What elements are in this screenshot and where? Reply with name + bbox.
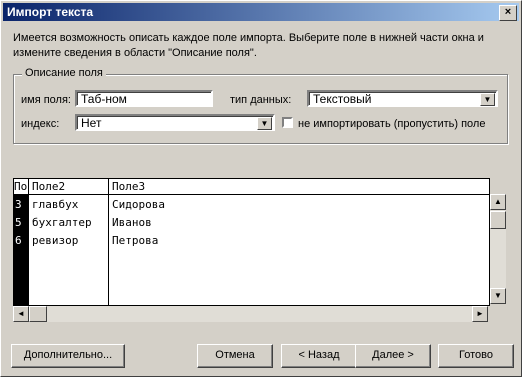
vertical-scrollbar[interactable]: ▲ ▼: [490, 194, 506, 304]
index-value: Нет: [81, 116, 102, 130]
preview-grid[interactable]: По Поле2 Поле3 3 главбух Сидорова 5 бухг…: [13, 178, 490, 306]
data-type-value: Текстовый: [313, 92, 372, 106]
grid-cell[interactable]: 3: [15, 196, 22, 214]
back-button[interactable]: < Назад: [281, 344, 357, 368]
grid-cell[interactable]: главбух: [32, 196, 78, 214]
scroll-thumb[interactable]: [29, 306, 47, 322]
grid-cell[interactable]: Сидорова: [112, 196, 165, 214]
scroll-up-icon[interactable]: ▲: [490, 194, 506, 210]
index-label: индекс:: [21, 118, 60, 130]
scroll-down-icon[interactable]: ▼: [490, 288, 506, 304]
close-button[interactable]: ×: [499, 5, 517, 21]
scroll-left-icon[interactable]: ◄: [13, 306, 29, 322]
grid-cell[interactable]: ревизор: [32, 232, 78, 250]
dropdown-arrow-icon[interactable]: ▼: [480, 93, 495, 106]
advanced-button[interactable]: Дополнительно...: [11, 344, 125, 368]
grid-cell[interactable]: Петрова: [112, 232, 158, 250]
grid-cell[interactable]: Иванов: [112, 214, 152, 232]
instructions-text: Имеется возможность описать каждое поле …: [13, 32, 484, 59]
dropdown-arrow-icon[interactable]: ▼: [257, 117, 272, 130]
column-divider: [28, 179, 29, 305]
header-divider: [14, 194, 489, 195]
grid-cell[interactable]: 6: [15, 232, 22, 250]
data-type-combo[interactable]: Текстовый ▼: [307, 90, 498, 107]
window-title: Импорт текста: [7, 5, 94, 19]
column-divider: [108, 179, 109, 305]
next-button[interactable]: Далее >: [355, 344, 431, 368]
field-name-input[interactable]: Таб-ном: [75, 90, 213, 107]
grid-cell[interactable]: 5: [15, 214, 22, 232]
field-name-label: имя поля:: [21, 94, 71, 106]
data-type-label: тип данных:: [230, 94, 292, 106]
finish-button[interactable]: Готово: [438, 344, 514, 368]
column-header[interactable]: Поле2: [32, 179, 108, 195]
title-bar: Импорт текста ×: [3, 3, 519, 21]
group-legend: Описание поля: [22, 67, 106, 79]
index-combo[interactable]: Нет ▼: [75, 114, 275, 131]
import-text-dialog: Импорт текста × Имеется возможность опис…: [0, 0, 522, 377]
grid-cell[interactable]: бухгалтер: [32, 214, 92, 232]
horizontal-scrollbar[interactable]: ◄ ►: [13, 306, 488, 322]
column-header[interactable]: По: [14, 179, 28, 195]
skip-field-label: не импортировать (пропустить) поле: [298, 118, 486, 130]
scroll-thumb[interactable]: [490, 211, 506, 229]
skip-field-checkbox[interactable]: [282, 117, 293, 128]
scroll-right-icon[interactable]: ►: [472, 306, 488, 322]
field-description-group: Описание поля имя поля: Таб-ном тип данн…: [13, 67, 508, 144]
column-header[interactable]: Поле3: [112, 179, 489, 195]
cancel-button[interactable]: Отмена: [197, 344, 273, 368]
